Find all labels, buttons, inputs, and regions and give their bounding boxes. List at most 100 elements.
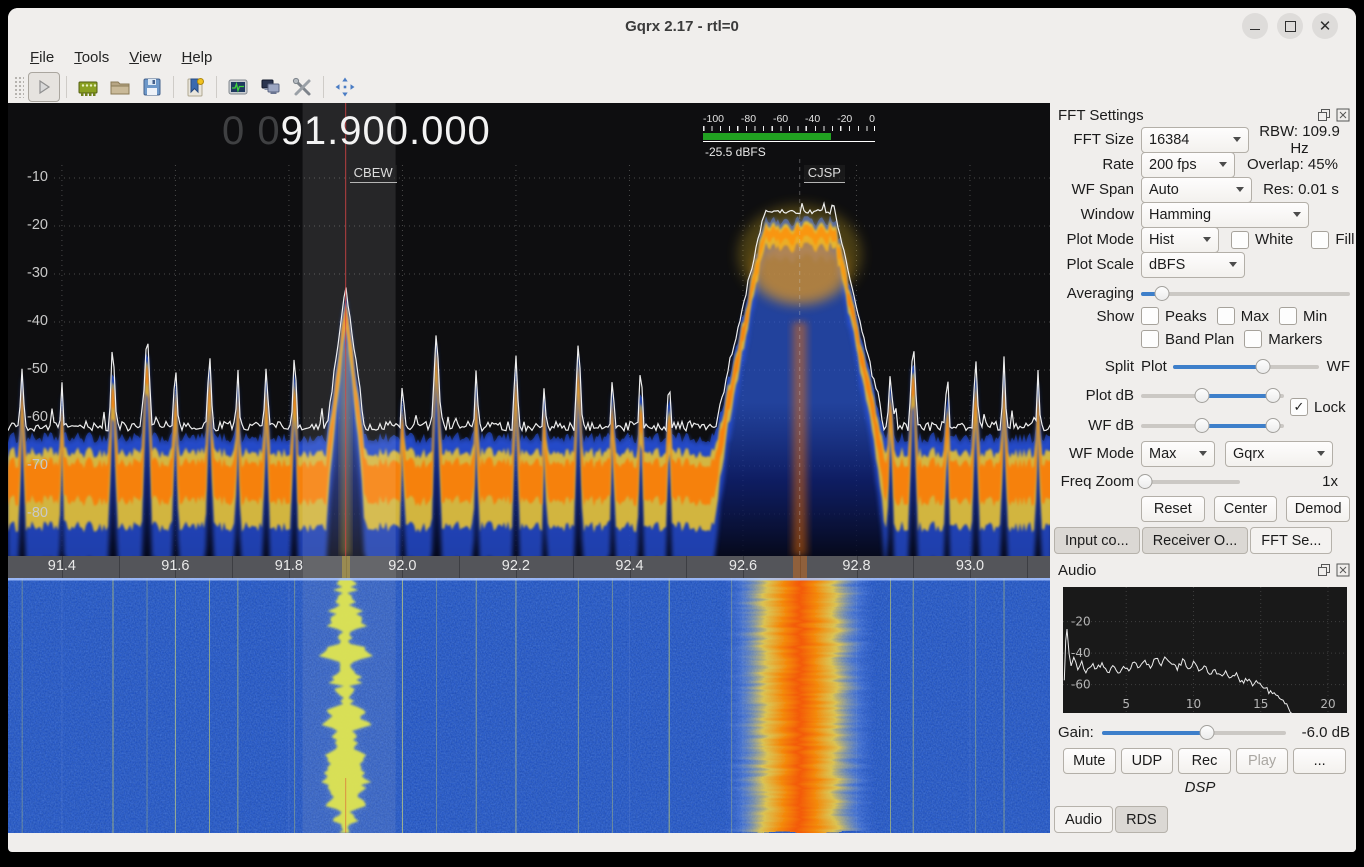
peaks-checkbox[interactable] xyxy=(1141,307,1159,325)
toolbar-separator xyxy=(173,76,174,98)
toolbar-grip[interactable] xyxy=(14,76,24,98)
db-tick-label: -10 xyxy=(12,169,48,185)
toolbar-separator xyxy=(216,76,217,98)
close-button[interactable]: ✕ xyxy=(1312,13,1338,39)
wrench-screwdriver-icon xyxy=(290,75,314,99)
wf-db-range-slider[interactable] xyxy=(1141,417,1284,434)
db-tick-label: -60 xyxy=(12,409,48,425)
wf-db-high-handle[interactable] xyxy=(1265,418,1280,433)
wf-mode-label: WF Mode xyxy=(1050,445,1141,462)
freq-tick-label: 92.4 xyxy=(607,558,653,574)
fft-size-select[interactable]: 16384 xyxy=(1141,127,1249,153)
-button[interactable]: ... xyxy=(1293,748,1346,774)
plot-mode-select[interactable]: Hist xyxy=(1141,227,1219,253)
rec-button[interactable]: Rec xyxy=(1178,748,1231,774)
start-dsp-button[interactable] xyxy=(28,72,60,102)
menu-help[interactable]: Help xyxy=(171,47,222,68)
window-select[interactable]: Hamming xyxy=(1141,202,1309,228)
max-checkbox-label: Max xyxy=(1241,308,1269,325)
close-dock-icon[interactable] xyxy=(1336,563,1350,577)
rate-select[interactable]: 200 fps xyxy=(1141,152,1235,178)
plot-db-range-slider[interactable] xyxy=(1141,387,1284,404)
svg-text:15: 15 xyxy=(1253,697,1268,711)
max-checkbox[interactable] xyxy=(1217,307,1235,325)
plot-db-low-handle[interactable] xyxy=(1195,388,1210,403)
bookmark-label-cbew[interactable]: CBEW xyxy=(350,165,397,183)
svg-text:10: 10 xyxy=(1186,697,1201,711)
center-button[interactable]: Center xyxy=(1214,496,1278,522)
plot-db-high-handle[interactable] xyxy=(1265,388,1280,403)
tab-audio[interactable]: Audio xyxy=(1054,806,1113,833)
maximize-button[interactable] xyxy=(1277,13,1303,39)
wf-db-low-handle[interactable] xyxy=(1195,418,1210,433)
tab-receivero[interactable]: Receiver O... xyxy=(1142,527,1249,554)
menu-file[interactable]: File xyxy=(20,47,64,68)
minimize-button[interactable] xyxy=(1242,13,1268,39)
db-tick-label: -80 xyxy=(12,505,48,521)
wf-theme-select[interactable]: Gqrx xyxy=(1225,441,1333,467)
min-checkbox[interactable] xyxy=(1279,307,1297,325)
chevron-down-icon xyxy=(1203,237,1211,242)
white-checkbox[interactable] xyxy=(1231,231,1249,249)
bookmark-label-cjsp[interactable]: CJSP xyxy=(804,165,845,183)
wf-mode-select[interactable]: Max xyxy=(1141,441,1215,467)
meter-bar xyxy=(703,133,831,140)
freq-zoom-value: 1x xyxy=(1240,473,1351,490)
toolbar-separator xyxy=(323,76,324,98)
markers-checkbox[interactable] xyxy=(1244,330,1262,348)
split-slider[interactable] xyxy=(1173,358,1319,375)
waterfall[interactable] xyxy=(8,578,1050,833)
tools-button[interactable] xyxy=(287,73,317,101)
band-plan-checkbox[interactable] xyxy=(1141,330,1159,348)
averaging-slider[interactable] xyxy=(1141,285,1350,302)
svg-text:-20: -20 xyxy=(1071,615,1091,629)
meter-ticks xyxy=(703,126,875,131)
oscilloscope-icon xyxy=(226,75,250,99)
spectrum-canvas[interactable] xyxy=(8,103,1050,556)
remote-control-button[interactable] xyxy=(255,73,285,101)
frequency-digits[interactable]: 91.900.000 xyxy=(281,109,491,153)
close-dock-icon[interactable] xyxy=(1336,108,1350,122)
split-wf-label: WF xyxy=(1327,358,1350,375)
mute-button[interactable]: Mute xyxy=(1063,748,1116,774)
float-dock-icon[interactable] xyxy=(1317,563,1331,577)
freq-zoom-slider[interactable] xyxy=(1141,473,1240,490)
audio-spectrum-canvas: 5101520-20-40-60 xyxy=(1063,587,1347,713)
spectrum-plot[interactable]: 0 091.900.000 -100-80-60-40-200 -25.5 dB… xyxy=(8,103,1050,556)
wf-span-select[interactable]: Auto xyxy=(1141,177,1252,203)
folder-icon xyxy=(108,75,132,99)
menu-tools[interactable]: Tools xyxy=(64,47,119,68)
white-checkbox-label: White xyxy=(1255,231,1293,248)
open-file-button[interactable] xyxy=(105,73,135,101)
plot-mode-label: Plot Mode xyxy=(1050,231,1141,248)
split-slider-handle[interactable] xyxy=(1256,359,1271,374)
io-config-button[interactable] xyxy=(73,73,103,101)
freq-zoom-slider-handle[interactable] xyxy=(1137,474,1152,489)
split-plot-label: Plot xyxy=(1141,358,1167,375)
tab-rds[interactable]: RDS xyxy=(1115,806,1168,833)
gain-slider-handle[interactable] xyxy=(1199,725,1214,740)
demod-button[interactable]: Demod xyxy=(1286,496,1350,522)
waterfall-canvas[interactable] xyxy=(8,578,1050,833)
frequency-axis[interactable]: 91.491.691.892.092.292.492.692.893.0 xyxy=(8,556,1050,578)
udp-button[interactable]: UDP xyxy=(1121,748,1174,774)
fft-display-button[interactable] xyxy=(223,73,253,101)
frequency-dim-digits: 0 0 xyxy=(222,109,281,153)
tab-fftse[interactable]: FFT Se... xyxy=(1250,527,1332,554)
titlebar[interactable]: Gqrx 2.17 - rtl=0 ✕ xyxy=(8,8,1356,44)
plot-scale-select[interactable]: dBFS xyxy=(1141,252,1245,278)
reset-button[interactable]: Reset xyxy=(1141,496,1205,522)
save-button[interactable] xyxy=(137,73,167,101)
fill-checkbox[interactable] xyxy=(1311,231,1329,249)
freq-tick-label: 92.2 xyxy=(493,558,539,574)
audio-spectrum-plot[interactable]: 5101520-20-40-60 xyxy=(1063,587,1347,713)
bookmarks-button[interactable] xyxy=(180,73,210,101)
frequency-display[interactable]: 0 091.900.000 xyxy=(222,109,491,154)
float-dock-icon[interactable] xyxy=(1317,108,1331,122)
tab-inputco[interactable]: Input co... xyxy=(1054,527,1140,554)
averaging-slider-handle[interactable] xyxy=(1154,286,1169,301)
fullscreen-button[interactable] xyxy=(330,73,360,101)
lock-checkbox[interactable]: ✓ xyxy=(1290,398,1308,416)
menu-view[interactable]: View xyxy=(119,47,171,68)
gain-slider[interactable] xyxy=(1102,724,1286,741)
